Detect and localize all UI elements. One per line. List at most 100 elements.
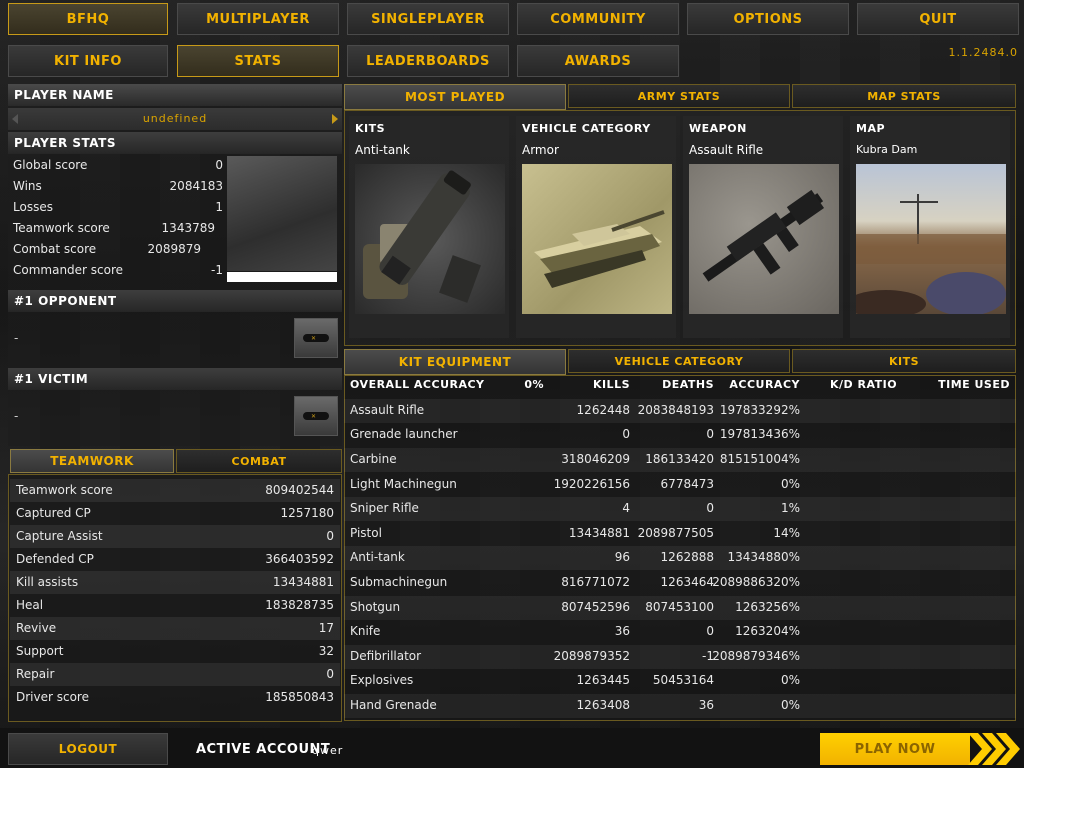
tab-most-played[interactable]: MOST PLAYED	[344, 84, 566, 110]
table-row: Pistol 13434881 2089877505 14%	[344, 522, 1016, 546]
stat-value: -1	[211, 263, 223, 277]
stat-row-wins: Wins 2084183	[13, 176, 223, 196]
card-title: MAP	[856, 122, 886, 135]
weapon-name: Defibrillator	[350, 649, 422, 663]
subnav-leaderboards-button[interactable]: LEADERBOARDS	[347, 45, 509, 77]
deaths-value: 50453164	[652, 673, 714, 687]
nav-bfhq-button[interactable]: BFHQ	[8, 3, 168, 35]
armor-vehicle-image	[522, 164, 672, 314]
kubra-dam-map-image	[856, 164, 1006, 314]
stat-row-commander-score: Commander score -1	[13, 260, 223, 280]
nav-quit-button[interactable]: QUIT	[857, 3, 1019, 35]
weapon-name: Submachinegun	[350, 575, 448, 589]
player-panel: PLAYER NAME undefined PLAYER STATS Globa…	[8, 84, 342, 446]
card-title: KITS	[355, 122, 386, 135]
teamwork-row: Teamwork score 809402544	[10, 479, 340, 502]
player-name-value: undefined	[142, 112, 208, 125]
stat-label: Losses	[13, 200, 53, 214]
card-value: Armor	[522, 143, 559, 157]
accuracy-value: 1%	[780, 501, 800, 515]
player-name-selector[interactable]: undefined	[8, 108, 342, 130]
kills-value: 4	[622, 501, 630, 515]
tab-army-stats[interactable]: ARMY STATS	[568, 84, 790, 108]
tab-kit-equipment[interactable]: KIT EQUIPMENT	[344, 349, 566, 375]
kills-value: 1920226156	[553, 477, 630, 491]
deaths-value: 1262888	[660, 550, 714, 564]
deaths-value: 0	[706, 427, 714, 441]
weapon-name: Pistol	[350, 526, 382, 540]
table-row: Anti-tank 96 1262888 13434880%	[344, 546, 1016, 570]
assault-rifle-image	[689, 164, 839, 314]
tab-teamwork[interactable]: TEAMWORK	[10, 449, 174, 473]
player-name-header: PLAYER NAME	[8, 84, 342, 106]
rank-progress-bar	[227, 272, 337, 282]
subnav-kit-info-button[interactable]: KIT INFO	[8, 45, 168, 77]
top-victim-header: #1 VICTIM	[8, 368, 342, 390]
version-label: 1.1.2484.0	[948, 46, 1018, 59]
tab-kits[interactable]: KITS	[792, 349, 1016, 373]
card-title: VEHICLE CATEGORY	[522, 122, 651, 135]
teamwork-label: Heal	[16, 598, 44, 612]
header-kills: KILLS	[592, 378, 630, 391]
most-played-vehicle-card: VEHICLE CATEGORY Armor	[516, 116, 676, 338]
kills-value: 1263408	[576, 698, 630, 712]
table-row: Grenade launcher 0 0 197813436%	[344, 423, 1016, 447]
weapon-name: Sniper Rifle	[350, 501, 419, 515]
accuracy-value: 0%	[780, 673, 800, 687]
header-accuracy: ACCURACY	[729, 378, 800, 391]
deaths-value: 2083848193	[637, 403, 714, 417]
teamwork-label: Revive	[16, 621, 57, 635]
tab-combat[interactable]: COMBAT	[176, 449, 342, 473]
teamwork-value: 809402544	[265, 483, 334, 497]
play-now-arrows-icon[interactable]	[968, 733, 1020, 765]
top-opponent-value: -	[14, 331, 19, 345]
deaths-value: 807453100	[645, 600, 714, 614]
most-played-weapon-card: WEAPON Assault Rifle	[683, 116, 843, 338]
weapon-name: Anti-tank	[350, 550, 405, 564]
nav-community-button[interactable]: COMMUNITY	[517, 3, 679, 35]
teamwork-row: Support 32	[10, 640, 340, 663]
kills-value: 13434881	[568, 526, 630, 540]
header-deaths: DEATHS	[662, 378, 714, 391]
table-row: Light Machinegun 1920226156 6778473 0%	[344, 473, 1016, 497]
weapon-name: Grenade launcher	[350, 427, 458, 441]
stat-value: 1	[215, 200, 223, 214]
arrow-right-icon[interactable]	[332, 114, 338, 124]
bfhq-window: BFHQ MULTIPLAYER SINGLEPLAYER COMMUNITY …	[0, 0, 1024, 768]
weapon-name: Explosives	[350, 673, 414, 687]
anti-tank-kit-image	[355, 164, 505, 314]
top-victim-value: -	[14, 409, 19, 423]
nav-multiplayer-button[interactable]: MULTIPLAYER	[177, 3, 339, 35]
subnav-awards-button[interactable]: AWARDS	[517, 45, 679, 77]
stat-row-combat-score: Combat score 2089879	[13, 239, 201, 259]
teamwork-value: 13434881	[272, 575, 334, 589]
most-played-kit-card: KITS Anti-tank	[349, 116, 509, 338]
logout-button[interactable]: LOGOUT	[8, 733, 168, 765]
teamwork-value: 0	[326, 667, 334, 681]
stat-value: 1343789	[161, 221, 215, 235]
card-value: Kubra Dam	[856, 143, 918, 156]
tab-map-stats[interactable]: MAP STATS	[792, 84, 1016, 108]
player-stats-header: PLAYER STATS	[8, 132, 342, 154]
accuracy-value: 2089886320%	[712, 575, 800, 589]
accuracy-value: 1263204%	[735, 624, 800, 638]
tab-vehicle-category[interactable]: VEHICLE CATEGORY	[568, 349, 790, 373]
accuracy-value: 13434880%	[727, 550, 800, 564]
teamwork-label: Teamwork score	[16, 483, 113, 497]
teamwork-value: 0	[326, 529, 334, 543]
weapon-name: Carbine	[350, 452, 397, 466]
teamwork-label: Support	[16, 644, 64, 658]
play-now-button[interactable]: PLAY NOW	[820, 733, 970, 765]
active-account-label: ACTIVE ACCOUNT	[196, 742, 331, 757]
kills-value: 816771072	[561, 575, 630, 589]
most-played-map-card: MAP Kubra Dam	[850, 116, 1010, 338]
table-row: Defibrillator 2089879352 -1 2089879346%	[344, 645, 1016, 669]
subnav-stats-button[interactable]: STATS	[177, 45, 339, 77]
nav-singleplayer-button[interactable]: SINGLEPLAYER	[347, 3, 509, 35]
stat-label: Combat score	[13, 242, 97, 256]
teamwork-label: Captured CP	[16, 506, 91, 520]
deaths-value: 36	[698, 698, 714, 712]
table-row: Knife 36 0 1263204%	[344, 620, 1016, 644]
nav-options-button[interactable]: OPTIONS	[687, 3, 849, 35]
teamwork-row: Kill assists 13434881	[10, 571, 340, 594]
